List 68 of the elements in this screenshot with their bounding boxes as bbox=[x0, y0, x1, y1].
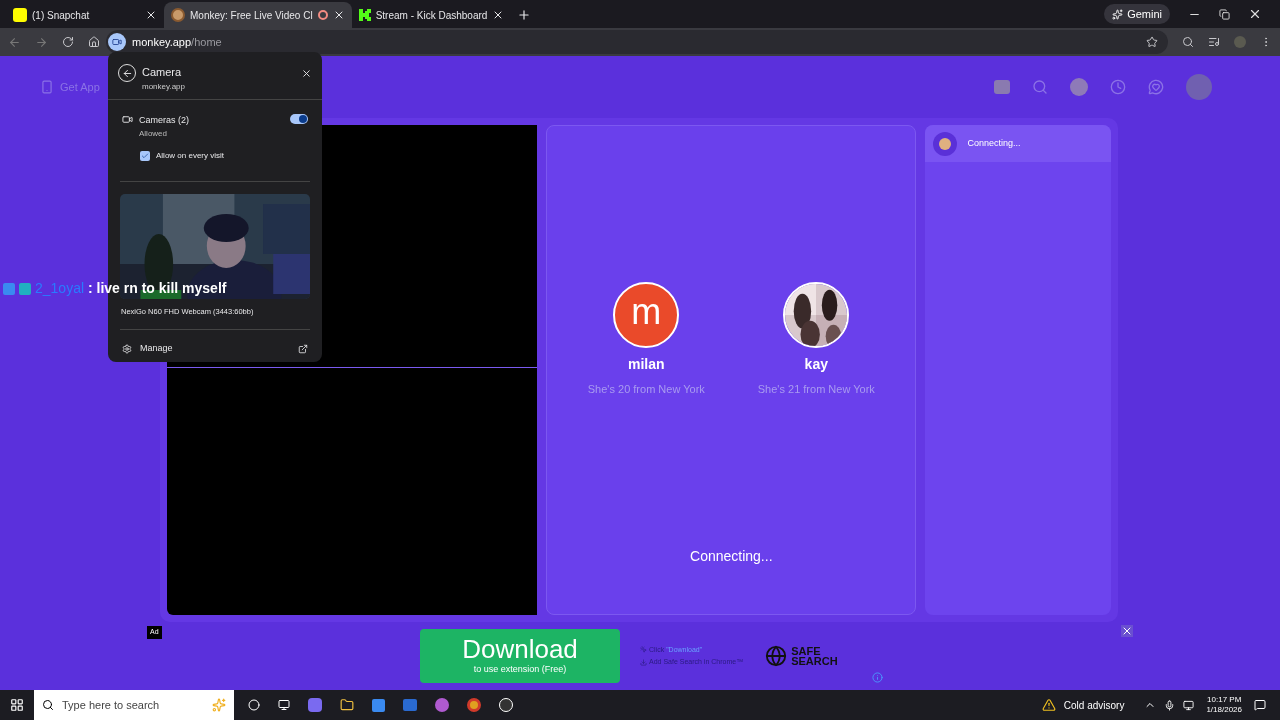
tab-title: Monkey: Free Live Video Cl bbox=[190, 8, 313, 23]
search-icon bbox=[42, 699, 54, 711]
safe-search-logo: SAFE SEARCH bbox=[765, 645, 838, 667]
new-tab-icon[interactable] bbox=[517, 8, 532, 22]
chat-status: Connecting... bbox=[967, 136, 1021, 150]
notifications-icon[interactable] bbox=[1254, 699, 1266, 711]
connecting-status: Connecting... bbox=[690, 546, 773, 566]
sparkle-icon bbox=[1112, 8, 1124, 20]
taskbar-search-field[interactable]: Type here to search bbox=[34, 690, 234, 720]
avatar-initial: m bbox=[613, 282, 680, 348]
close-icon[interactable] bbox=[1248, 7, 1262, 21]
popup-title: Camera bbox=[142, 65, 183, 80]
weather-text: Cold advisory bbox=[1063, 698, 1125, 713]
warning-icon bbox=[1041, 698, 1056, 712]
click-icon bbox=[640, 646, 647, 654]
close-icon[interactable] bbox=[301, 68, 312, 79]
camera-icon bbox=[122, 114, 133, 125]
browser-tab[interactable]: Stream - Kick Dashboard bbox=[351, 2, 512, 28]
match-name: milan bbox=[628, 355, 665, 374]
sparkle-icon bbox=[212, 698, 226, 712]
back-arrow-icon bbox=[121, 67, 133, 79]
phone-icon bbox=[40, 80, 54, 94]
microphone-icon[interactable] bbox=[1164, 699, 1176, 711]
permission-label: Cameras (2) bbox=[139, 114, 190, 127]
browser-tab[interactable]: (1) Snapchat bbox=[6, 2, 164, 28]
search-placeholder: Type here to search bbox=[62, 697, 161, 713]
match-name: kay bbox=[804, 355, 828, 374]
bookmark-star-icon[interactable] bbox=[1146, 36, 1158, 48]
forward-icon[interactable] bbox=[35, 35, 48, 49]
clock-time: 10:17 PM bbox=[1207, 695, 1242, 705]
address-bar[interactable]: monkey.app/home bbox=[106, 30, 1168, 54]
task-view-icon[interactable] bbox=[278, 699, 290, 711]
media-icon[interactable] bbox=[1208, 36, 1220, 48]
checkbox[interactable] bbox=[140, 150, 150, 161]
match-bio: She's 21 from New York bbox=[757, 382, 875, 397]
restore-icon[interactable] bbox=[1219, 8, 1230, 20]
start-icon[interactable] bbox=[10, 698, 24, 712]
browser-tab[interactable]: Monkey: Free Live Video Cl bbox=[164, 2, 352, 28]
camera-icon[interactable] bbox=[108, 33, 126, 51]
app-icon[interactable] bbox=[435, 698, 449, 712]
close-icon[interactable] bbox=[145, 9, 157, 21]
back-icon[interactable] bbox=[8, 35, 21, 49]
kick-logo-icon bbox=[358, 9, 371, 21]
tab-title: (1) Snapchat bbox=[32, 8, 91, 23]
popup-site: monkey.app bbox=[142, 80, 186, 93]
folder-icon[interactable] bbox=[340, 698, 354, 712]
badge-icon bbox=[19, 282, 31, 295]
home-icon[interactable] bbox=[88, 36, 100, 48]
external-link-icon[interactable] bbox=[298, 343, 308, 354]
camera-toggle[interactable] bbox=[290, 114, 308, 124]
monkey-icon bbox=[171, 8, 185, 22]
cortana-icon[interactable] bbox=[248, 699, 260, 711]
match-bio: She's 20 from New York bbox=[587, 382, 705, 397]
network-icon[interactable] bbox=[1183, 699, 1195, 711]
manage-link[interactable]: Manage bbox=[140, 341, 290, 356]
clock-date: 1/18/2026 bbox=[1206, 705, 1242, 715]
ghost-icon bbox=[13, 8, 27, 22]
gemini-button[interactable]: Gemini bbox=[1104, 4, 1170, 24]
reload-icon[interactable] bbox=[62, 36, 74, 48]
url-text: monkey.app/home bbox=[132, 34, 222, 50]
settings-icon bbox=[122, 343, 132, 354]
checkbox-label: Allow on every visit bbox=[156, 149, 225, 162]
tab-title: Stream - Kick Dashboard bbox=[375, 8, 488, 23]
download-icon bbox=[640, 658, 647, 666]
permission-status: Allowed bbox=[139, 127, 168, 140]
badge-icon bbox=[3, 282, 15, 295]
monkey-avatar-icon bbox=[933, 131, 958, 156]
search-tab-icon[interactable] bbox=[1182, 36, 1194, 48]
